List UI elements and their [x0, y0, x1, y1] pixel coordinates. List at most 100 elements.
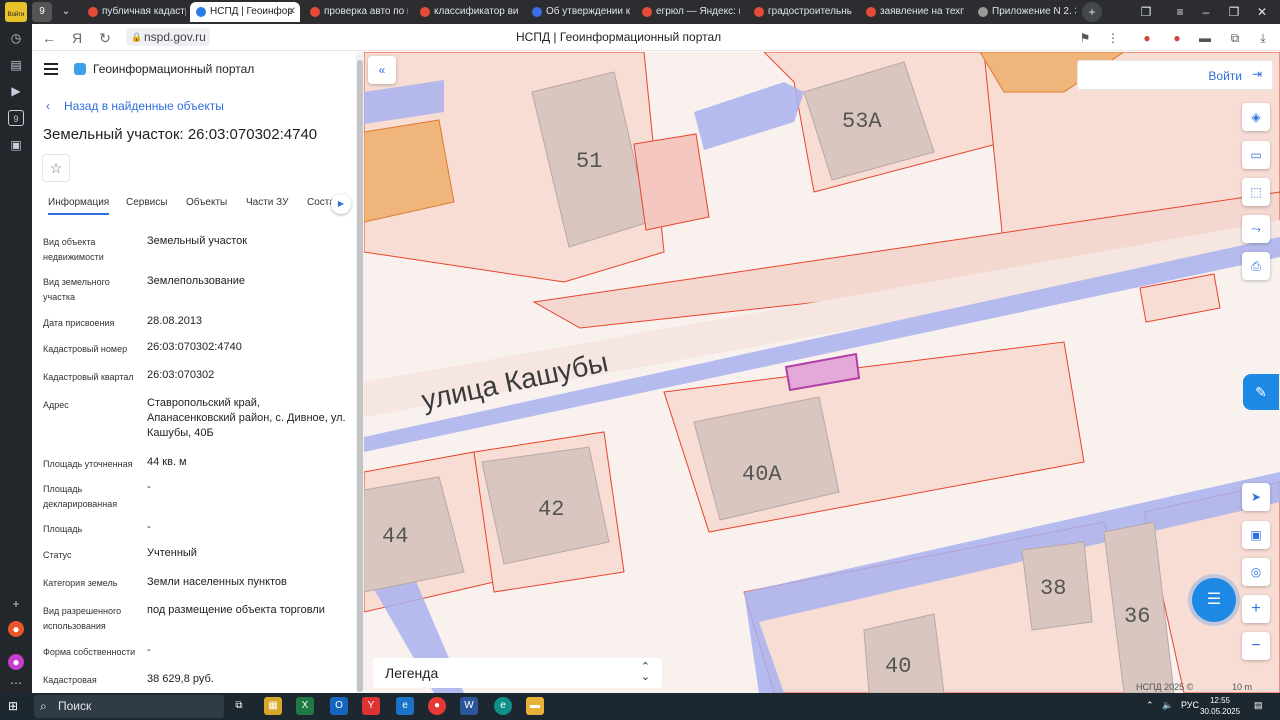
field-label: Дата присвоения [43, 318, 115, 328]
minimize-button[interactable]: – [1196, 2, 1216, 22]
scrollbar-thumb[interactable] [357, 60, 363, 692]
excel-icon[interactable]: X [296, 697, 314, 715]
zoom-out-button[interactable]: − [1242, 632, 1270, 660]
task-view-icon[interactable]: ⧉ [230, 697, 248, 715]
tab-objects[interactable]: Объекты [186, 197, 227, 208]
restore-button[interactable]: ❐ [1224, 2, 1244, 22]
layers-icon[interactable]: ◈ [1242, 103, 1270, 131]
tab-count-icon[interactable]: 9 [8, 110, 24, 126]
tab-9[interactable]: Приложение N 2. За [972, 2, 1076, 22]
building[interactable] [633, 133, 710, 231]
tab-6[interactable]: егрюл — Яндекс: на [636, 2, 740, 22]
chrome-icon[interactable]: ● [428, 697, 446, 715]
document-icon [978, 7, 988, 17]
chat-icon[interactable]: ☰ [1192, 578, 1236, 622]
close-tab-icon[interactable]: ✕ [288, 2, 296, 22]
more-icon[interactable]: ⋯ [8, 675, 24, 691]
bookmark-icon[interactable]: ⚑ [1076, 29, 1094, 47]
ruler-icon[interactable]: ▭ [1242, 141, 1270, 169]
word-icon[interactable]: W [460, 697, 478, 715]
tray-chevron-icon[interactable]: ⌃ [1146, 700, 1154, 711]
building-label: 42 [538, 497, 564, 522]
building-label: 40А [742, 462, 782, 487]
edge-icon[interactable]: e [494, 697, 512, 715]
field-label: Адрес [43, 400, 69, 410]
favorite-star-icon[interactable]: ☆ [42, 154, 70, 182]
add-icon[interactable]: + [8, 596, 24, 612]
geolocation-icon[interactable]: ◎ [1242, 558, 1270, 586]
assistant-icon[interactable]: ✎ [1243, 374, 1279, 410]
tab-parts[interactable]: Части ЗУ [246, 197, 288, 208]
back-to-results-link[interactable]: ‹ Назад в найденные объекты [46, 99, 224, 113]
tab-information[interactable]: Информация [48, 197, 110, 215]
field-label: Площадь уточненная [43, 459, 133, 469]
extension-icon[interactable]: ● [1168, 29, 1186, 47]
more-options-icon[interactable]: ⋮ [1104, 29, 1122, 47]
url-field[interactable]: 🔒 nspd.gov.ru [126, 28, 210, 46]
collapse-panel-button[interactable]: « [368, 56, 396, 84]
field-value: Ставропольский край, Апанасенковский рай… [147, 397, 346, 439]
taskbar: ⊞ ⌕ Поиск ⧉ ▦ X O Y e ● W e ▬ ⌃ 🔈 РУС 12:… [0, 693, 1280, 720]
system-clock[interactable]: 12:55 30.05.2025 [1200, 695, 1240, 717]
tab-7[interactable]: градостроительны [748, 2, 852, 22]
map-view[interactable]: 51 53А 40А 42 44 38 36 40 улица Кашубы «… [364, 52, 1280, 693]
taskbar-search[interactable]: ⌕ Поиск [34, 695, 224, 718]
navigate-icon[interactable]: ➤ [1242, 483, 1270, 511]
windows-start-icon[interactable]: ⊞ [8, 699, 22, 713]
file-explorer-icon[interactable]: ▬ [526, 697, 544, 715]
map-canvas[interactable]: 51 53А 40А 42 44 38 36 40 улица Кашубы [364, 52, 1280, 693]
select-area-icon[interactable]: ⬚ [1242, 178, 1270, 206]
zoom-in-button[interactable]: + [1242, 595, 1270, 623]
tab-8[interactable]: заявление на техпр [860, 2, 964, 22]
tab-4[interactable]: классификатор вид [414, 2, 518, 22]
tabs-scroll-right-icon[interactable]: ▶ [331, 194, 351, 214]
print-icon[interactable]: ⎙ [1242, 252, 1270, 280]
yandex-browser-icon[interactable]: Y [362, 697, 380, 715]
notifications-icon[interactable]: ▤ [1254, 700, 1263, 711]
picture-in-picture-icon[interactable]: ▣ [1242, 521, 1270, 549]
alice-icon[interactable]: ● [8, 654, 24, 670]
tab-nspd[interactable]: НСПД | Геоинфор ✕ [190, 2, 300, 22]
video-icon[interactable]: ▶ [8, 83, 24, 99]
app-icon[interactable]: ● [8, 621, 24, 637]
outlook-icon[interactable]: O [330, 697, 348, 715]
user-avatar[interactable]: Войти [5, 2, 27, 22]
picture-icon[interactable]: ▣ [8, 137, 24, 153]
tabs-dropdown-icon[interactable]: ⌄ [56, 2, 76, 22]
yandex-logo-icon[interactable]: Я [68, 29, 86, 47]
download-icon[interactable]: ⤓ [1254, 29, 1272, 47]
field-value: - [147, 481, 151, 493]
login-button[interactable]: Войти ⇥ [1077, 60, 1273, 90]
building-label: 36 [1124, 604, 1150, 629]
field-value: 26:03:070302 [147, 369, 215, 381]
tab-count-badge[interactable]: 9 [32, 2, 52, 22]
internet-explorer-icon[interactable]: e [396, 697, 414, 715]
legend-bar[interactable]: Легенда ⌃ ⌄ [373, 658, 662, 688]
field-value: 38 629,8 руб. [147, 673, 214, 685]
store-icon[interactable]: ▦ [264, 697, 282, 715]
extension-icon[interactable]: ● [1138, 29, 1156, 47]
volume-icon[interactable]: 🔈 [1162, 700, 1173, 711]
reload-icon[interactable]: ↻ [96, 29, 114, 47]
new-tab-button[interactable]: + [1082, 2, 1102, 22]
history-icon[interactable]: ◷ [8, 30, 24, 46]
yandex-icon [754, 7, 764, 17]
tab-services[interactable]: Сервисы [126, 197, 167, 208]
info-tabs: Информация Сервисы Объекты Части ЗУ Сост… [32, 189, 356, 217]
language-indicator[interactable]: РУС [1181, 700, 1199, 710]
menu-icon[interactable] [44, 63, 58, 75]
panel-scrollbar[interactable] [356, 52, 364, 693]
close-window-button[interactable]: ✕ [1252, 2, 1272, 22]
extension-icon[interactable]: ▬ [1196, 29, 1214, 47]
extension-icon[interactable]: ⧉ [1226, 29, 1244, 47]
back-icon[interactable]: ← [40, 29, 58, 47]
menu-icon[interactable]: ≡ [1170, 2, 1190, 22]
bookmarks-icon[interactable]: ❐ [1136, 2, 1156, 22]
field-value: - [147, 644, 151, 656]
collections-icon[interactable]: ▤ [8, 57, 24, 73]
field-label: Форма собственности [43, 647, 136, 657]
tab-1[interactable]: публичная кадастр [82, 2, 186, 22]
tab-3[interactable]: проверка авто по в [304, 2, 408, 22]
tab-5[interactable]: Об утверждении кл [526, 2, 630, 22]
share-icon[interactable]: ⤳ [1242, 215, 1270, 243]
